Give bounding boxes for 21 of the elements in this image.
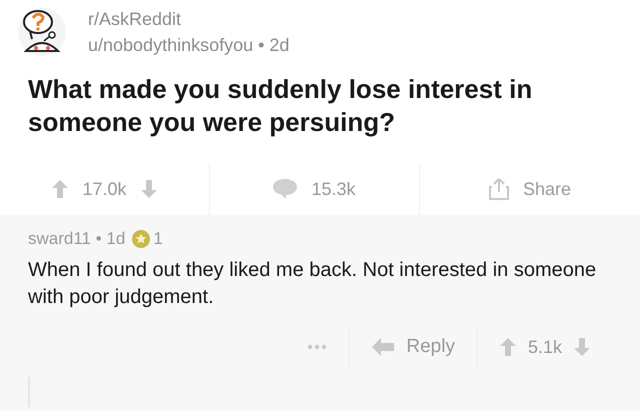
downvote-icon[interactable] (574, 338, 590, 356)
upvote-icon[interactable] (500, 338, 516, 356)
award-icon (132, 230, 150, 248)
award-count: 1 (153, 229, 163, 249)
comment-byline: sward11 • 1d (28, 229, 126, 249)
avatar-icon (18, 5, 66, 59)
share-button[interactable]: Share (522, 178, 572, 200)
comment-score: 5.1k (528, 336, 562, 358)
more-icon[interactable] (307, 344, 328, 350)
comment-body: When I found out they liked me back. Not interested in someone with poor judgement. (28, 258, 598, 310)
upvote-icon[interactable] (52, 180, 68, 198)
reply-icon[interactable] (372, 338, 394, 356)
post-byline: u/nobodythinksofyou • 2d (88, 34, 290, 57)
post-title: What made you suddenly lose interest in someone you were persuing? (28, 73, 534, 139)
downvote-icon[interactable] (140, 180, 157, 198)
comment-count: 15.3k (311, 178, 356, 200)
post-score: 17.0k (82, 178, 127, 200)
reply-button[interactable]: Reply (406, 336, 455, 358)
comment-icon[interactable] (273, 178, 298, 200)
subreddit-name[interactable]: r/AskReddit (88, 7, 290, 31)
share-icon[interactable] (488, 178, 509, 200)
